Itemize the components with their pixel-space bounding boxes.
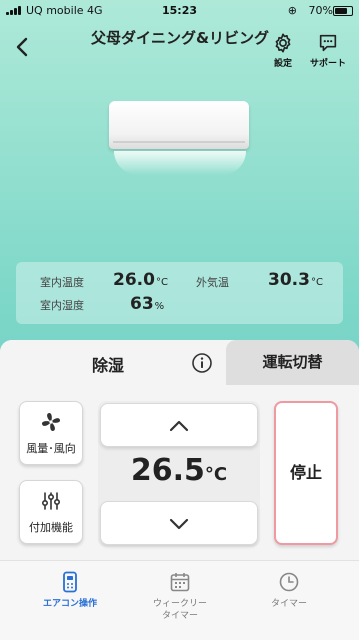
stop-button[interactable]: 停止 — [274, 401, 338, 545]
clock-icon — [279, 572, 299, 592]
back-button[interactable] — [12, 36, 34, 58]
temp-down-button[interactable] — [100, 501, 258, 545]
chevron-down-icon — [169, 518, 189, 530]
mode-label: 除湿 — [92, 356, 125, 375]
environment-panel: 室内温度 26.0°C 外気温 30.3°C 室内湿度 63% — [16, 262, 343, 324]
remote-control-icon — [63, 571, 77, 593]
battery-icon — [333, 6, 353, 16]
fan-icon — [41, 412, 61, 432]
sliders-icon — [41, 492, 61, 510]
temperature-control: 26.5°C — [98, 401, 260, 547]
support-label: サポート — [309, 59, 346, 69]
tab-timer[interactable]: タイマー — [239, 571, 339, 610]
clock: 15:23 — [161, 4, 197, 17]
battery-percent: 70% — [308, 4, 333, 17]
bottom-nav: エアコン操作 ウィークリー タイマー タイマー — [0, 560, 359, 640]
settings-label: 設定 — [273, 59, 292, 69]
chat-bubble-icon — [319, 34, 337, 52]
tab-weekly-timer-label: ウィークリー タイマー — [152, 599, 207, 621]
indoor-temp-label: 室内温度 — [40, 276, 84, 289]
air-conditioner-image — [109, 101, 249, 149]
indoor-humidity-label: 室内湿度 — [40, 299, 84, 312]
airflow-image — [114, 151, 246, 175]
outdoor-temp-label: 外気温 — [196, 276, 229, 289]
chevron-up-icon — [169, 420, 189, 432]
gear-icon — [275, 33, 291, 53]
tab-ac-control[interactable]: エアコン操作 — [20, 571, 120, 610]
settings-button[interactable]: 設定 — [259, 32, 307, 69]
fan-direction-button[interactable]: 風量･風向 — [19, 401, 83, 465]
mode-switch-button[interactable]: 運転切替 — [226, 340, 359, 385]
page-title: 父母ダイニング&リビング — [90, 29, 270, 47]
outdoor-temp-value: 30.3°C — [268, 270, 323, 290]
tab-weekly-timer[interactable]: ウィークリー タイマー — [130, 571, 230, 622]
support-button[interactable]: サポート — [304, 32, 352, 69]
chevron-left-icon — [16, 37, 28, 57]
set-temperature: 26.5°C — [130, 453, 228, 488]
rotation-lock-icon: ⊕ — [287, 4, 297, 17]
mode-tab: 除湿 — [0, 340, 224, 385]
tab-ac-control-label: エアコン操作 — [42, 599, 97, 609]
indoor-temp-value: 26.0°C — [113, 270, 168, 290]
temp-up-button[interactable] — [100, 403, 258, 447]
calendar-icon — [170, 573, 190, 592]
indoor-humidity-value: 63% — [130, 294, 165, 314]
tab-timer-label: タイマー — [270, 599, 307, 609]
additional-functions-button[interactable]: 付加機能 — [19, 480, 83, 544]
fan-direction-label: 風量･風向 — [26, 442, 76, 455]
status-bar: UQ mobile 4G 15:23 ⊕ 70% — [0, 0, 359, 22]
info-icon[interactable] — [191, 352, 213, 374]
additional-functions-label: 付加機能 — [29, 521, 73, 534]
